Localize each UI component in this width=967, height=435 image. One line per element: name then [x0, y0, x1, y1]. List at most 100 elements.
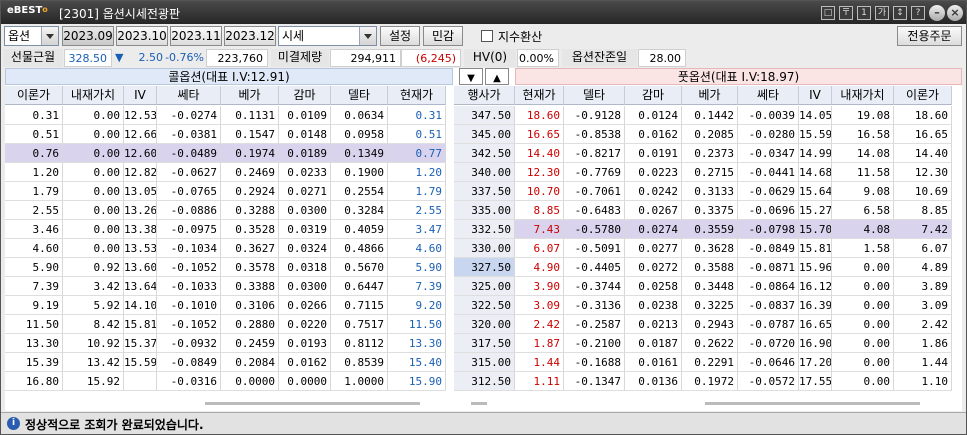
call-cell-iv[interactable]: 15.81 — [124, 315, 157, 334]
call-cell-delta[interactable]: 0.2554 — [331, 182, 388, 201]
call-cell-iv[interactable]: 12.66 — [124, 125, 157, 144]
put-cell-iv[interactable]: 14.99 — [799, 144, 832, 163]
put-cell-price[interactable]: 3.90 — [515, 277, 564, 296]
call-cell-price[interactable]: 5.90 — [388, 258, 446, 277]
call-cell-theta[interactable]: -0.0975 — [157, 220, 221, 239]
put-cell-theta[interactable]: -0.0646 — [738, 353, 799, 372]
put-cell-vega[interactable]: 0.2622 — [682, 334, 738, 353]
put-cell-price[interactable]: 12.30 — [515, 163, 564, 182]
put-cell-delta[interactable]: -0.6483 — [564, 201, 625, 220]
put-cell-delta[interactable]: -0.3744 — [564, 277, 625, 296]
put-cell-price[interactable]: 18.60 — [515, 106, 564, 125]
call-cell-theta[interactable]: -0.0932 — [157, 334, 221, 353]
call-cell-delta[interactable]: 0.7517 — [331, 315, 388, 334]
put-cell-iv[interactable]: 15.27 — [799, 201, 832, 220]
product-select[interactable]: 옵션 — [4, 26, 59, 46]
call-cell-intrinsic[interactable]: 15.92 — [63, 372, 124, 391]
strike-price-cell[interactable]: 317.50 — [454, 334, 515, 353]
call-cell-gamma[interactable]: 0.0109 — [279, 106, 331, 125]
minimize-icon[interactable]: – — [929, 5, 945, 21]
call-cell-price[interactable]: 1.20 — [388, 163, 446, 182]
call-cell-delta[interactable]: 0.8539 — [331, 353, 388, 372]
put-cell-theta[interactable]: -0.0280 — [738, 125, 799, 144]
call-cell-delta[interactable]: 0.8112 — [331, 334, 388, 353]
put-cell-intrinsic[interactable]: 6.58 — [832, 201, 894, 220]
call-cell-intrinsic[interactable]: 0.00 — [63, 163, 124, 182]
put-cell-delta[interactable]: -0.7769 — [564, 163, 625, 182]
call-cell-theoretical[interactable]: 0.31 — [5, 106, 63, 125]
call-cell-theoretical[interactable]: 11.50 — [5, 315, 63, 334]
call-cell-gamma[interactable]: 0.0000 — [279, 372, 331, 391]
put-cell-gamma[interactable]: 0.0238 — [625, 296, 682, 315]
put-cell-price[interactable]: 7.43 — [515, 220, 564, 239]
call-cell-intrinsic[interactable]: 0.00 — [63, 220, 124, 239]
call-cell-intrinsic[interactable]: 0.00 — [63, 125, 124, 144]
call-cell-intrinsic[interactable]: 3.42 — [63, 277, 124, 296]
put-cell-delta[interactable]: -0.5091 — [564, 239, 625, 258]
put-cell-delta[interactable]: -0.1688 — [564, 353, 625, 372]
put-cell-price[interactable]: 10.70 — [515, 182, 564, 201]
call-cell-delta[interactable]: 0.0958 — [331, 125, 388, 144]
put-cell-theta[interactable]: -0.0347 — [738, 144, 799, 163]
call-cell-vega[interactable]: 0.3288 — [221, 201, 279, 220]
put-cell-theta[interactable]: -0.0696 — [738, 201, 799, 220]
call-cell-iv[interactable]: 14.10 — [124, 296, 157, 315]
call-cell-vega[interactable]: 0.2084 — [221, 353, 279, 372]
put-cell-vega[interactable]: 0.3628 — [682, 239, 738, 258]
view-type-select[interactable]: 시세 — [278, 26, 377, 46]
put-cell-iv[interactable]: 15.64 — [799, 182, 832, 201]
put-cell-vega[interactable]: 0.2085 — [682, 125, 738, 144]
strike-price-cell[interactable]: 335.00 — [454, 201, 515, 220]
call-cell-vega[interactable]: 0.1547 — [221, 125, 279, 144]
put-cell-intrinsic[interactable]: 0.00 — [832, 277, 894, 296]
call-cell-delta[interactable]: 0.1349 — [331, 144, 388, 163]
call-cell-vega[interactable]: 0.2459 — [221, 334, 279, 353]
put-cell-iv[interactable]: 17.20 — [799, 353, 832, 372]
put-cell-iv[interactable]: 14.05 — [799, 106, 832, 125]
call-cell-gamma[interactable]: 0.0271 — [279, 182, 331, 201]
put-scrollbar[interactable] — [705, 402, 920, 405]
call-cell-price[interactable]: 4.60 — [388, 239, 446, 258]
put-cell-price[interactable]: 1.87 — [515, 334, 564, 353]
put-cell-price[interactable]: 1.11 — [515, 372, 564, 391]
call-cell-price[interactable]: 1.79 — [388, 182, 446, 201]
put-cell-gamma[interactable]: 0.0258 — [625, 277, 682, 296]
put-cell-intrinsic[interactable]: 14.08 — [832, 144, 894, 163]
call-cell-delta[interactable]: 0.3284 — [331, 201, 388, 220]
strike-price-cell[interactable]: 337.50 — [454, 182, 515, 201]
put-cell-intrinsic[interactable]: 0.00 — [832, 353, 894, 372]
restore-icon[interactable]: □ — [821, 6, 835, 20]
put-cell-price[interactable]: 14.40 — [515, 144, 564, 163]
put-cell-iv[interactable]: 16.39 — [799, 296, 832, 315]
index-convert-checkbox[interactable] — [481, 30, 493, 42]
link-1-icon[interactable]: 1 — [857, 6, 871, 20]
put-cell-theoretical[interactable]: 3.89 — [894, 277, 952, 296]
call-cell-vega[interactable]: 0.0000 — [221, 372, 279, 391]
put-cell-theta[interactable]: -0.0871 — [738, 258, 799, 277]
put-cell-gamma[interactable]: 0.0161 — [625, 353, 682, 372]
put-cell-vega[interactable]: 0.3133 — [682, 182, 738, 201]
call-cell-iv[interactable]: 13.05 — [124, 182, 157, 201]
call-cell-theoretical[interactable]: 2.55 — [5, 201, 63, 220]
call-cell-gamma[interactable]: 0.0266 — [279, 296, 331, 315]
call-cell-theta[interactable]: -0.1033 — [157, 277, 221, 296]
put-cell-theta[interactable]: -0.0849 — [738, 239, 799, 258]
put-cell-vega[interactable]: 0.2373 — [682, 144, 738, 163]
call-cell-iv[interactable]: 13.64 — [124, 277, 157, 296]
strike-price-cell[interactable]: 325.00 — [454, 277, 515, 296]
put-cell-price[interactable]: 3.09 — [515, 296, 564, 315]
call-cell-price[interactable]: 15.90 — [388, 372, 446, 391]
call-cell-iv[interactable]: 12.60 — [124, 144, 157, 163]
call-cell-vega[interactable]: 0.3578 — [221, 258, 279, 277]
call-cell-theoretical[interactable]: 0.76 — [5, 144, 63, 163]
put-cell-vega[interactable]: 0.3225 — [682, 296, 738, 315]
put-cell-intrinsic[interactable]: 1.58 — [832, 239, 894, 258]
put-cell-delta[interactable]: -0.8538 — [564, 125, 625, 144]
put-cell-theta[interactable]: -0.0441 — [738, 163, 799, 182]
pin-icon[interactable]: 〒 — [839, 6, 853, 20]
put-cell-theoretical[interactable]: 1.86 — [894, 334, 952, 353]
put-cell-gamma[interactable]: 0.0187 — [625, 334, 682, 353]
call-cell-iv[interactable]: 12.82 — [124, 163, 157, 182]
put-cell-theoretical[interactable]: 1.44 — [894, 353, 952, 372]
call-cell-price[interactable]: 0.31 — [388, 106, 446, 125]
